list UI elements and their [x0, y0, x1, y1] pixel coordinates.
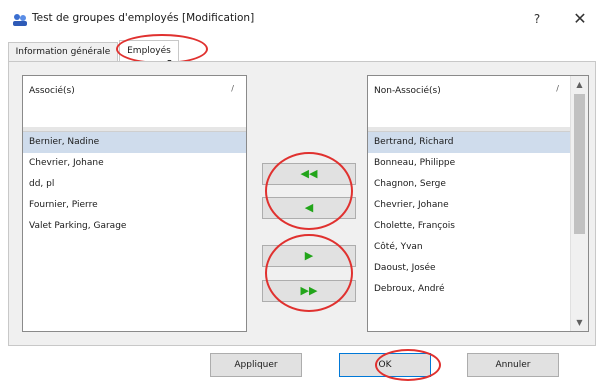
not-associated-header-label: Non-Associé(s): [374, 86, 441, 96]
scrollbar-thumb[interactable]: [574, 94, 585, 234]
not-associated-rows: Bertrand, Richard Bonneau, Philippe Chag…: [368, 132, 571, 300]
sort-icon[interactable]: /: [231, 84, 234, 93]
scroll-down-icon[interactable]: ▼: [571, 314, 588, 331]
list-item[interactable]: Chevrier, Johane: [23, 153, 246, 174]
vertical-scrollbar[interactable]: ▲ ▼: [570, 76, 588, 331]
help-button[interactable]: ?: [527, 9, 547, 29]
associated-rows: Bernier, Nadine Chevrier, Johane dd, pl …: [23, 132, 246, 237]
list-item[interactable]: Côté, Yvan: [368, 237, 571, 258]
associated-header[interactable]: Associé(s) /: [23, 76, 246, 128]
add-selected-button[interactable]: ◀: [262, 197, 356, 219]
scroll-up-icon[interactable]: ▲: [571, 76, 588, 93]
list-item[interactable]: Chevrier, Johane: [368, 195, 571, 216]
cancel-button[interactable]: Annuler: [467, 353, 559, 377]
list-item[interactable]: Debroux, André: [368, 279, 571, 300]
window-title: Test de groupes d'employés [Modification…: [32, 12, 255, 24]
not-associated-header[interactable]: Non-Associé(s) /: [368, 76, 571, 128]
list-item[interactable]: Bonneau, Philippe: [368, 153, 571, 174]
apply-button[interactable]: Appliquer: [210, 353, 302, 377]
app-icon: [13, 14, 27, 26]
remove-selected-button[interactable]: ▶: [262, 245, 356, 267]
add-all-button[interactable]: ◀◀: [262, 163, 356, 185]
title-bar: Test de groupes d'employés [Modification…: [0, 0, 603, 40]
list-item[interactable]: dd, pl: [23, 174, 246, 195]
associated-header-label: Associé(s): [29, 86, 75, 96]
list-item[interactable]: Bernier, Nadine: [23, 132, 246, 153]
associated-list[interactable]: Associé(s) / Bernier, Nadine Chevrier, J…: [22, 75, 247, 332]
list-item[interactable]: Chagnon, Serge: [368, 174, 571, 195]
sort-icon[interactable]: /: [556, 84, 559, 93]
close-icon[interactable]: ✕: [569, 9, 591, 29]
tab-general-information[interactable]: Information générale: [8, 42, 118, 61]
list-item[interactable]: Cholette, François: [368, 216, 571, 237]
list-item[interactable]: Bertrand, Richard: [368, 132, 571, 153]
ok-button[interactable]: OK: [339, 353, 431, 377]
not-associated-list[interactable]: Non-Associé(s) / Bertrand, Richard Bonne…: [367, 75, 589, 332]
list-item[interactable]: Valet Parking, Garage: [23, 216, 246, 237]
list-item[interactable]: Fournier, Pierre: [23, 195, 246, 216]
list-item[interactable]: Daoust, Josée: [368, 258, 571, 279]
remove-all-button[interactable]: ▶▶: [262, 280, 356, 302]
